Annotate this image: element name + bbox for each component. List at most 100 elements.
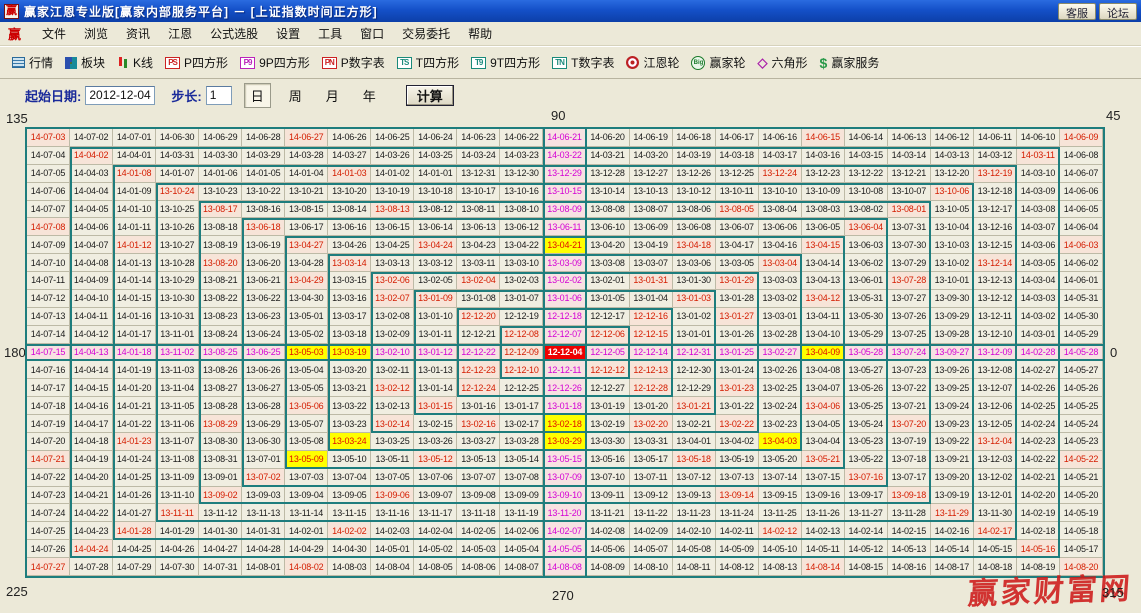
grid-cell[interactable]: 14-03-20 — [630, 147, 673, 165]
grid-cell[interactable]: 13-08-11 — [457, 201, 500, 219]
grid-cell[interactable]: 13-11-08 — [156, 451, 199, 469]
grid-cell[interactable]: 13-02-06 — [371, 272, 414, 290]
grid-cell[interactable]: 13-07-28 — [888, 272, 931, 290]
grid-cell[interactable]: 13-10-04 — [931, 218, 974, 236]
grid-cell[interactable]: 13-05-30 — [845, 308, 888, 326]
grid-cell[interactable]: 13-06-05 — [802, 218, 845, 236]
grid-cell[interactable]: 13-04-09 — [802, 344, 845, 362]
grid-cell[interactable]: 14-06-27 — [285, 129, 328, 147]
grid-cell[interactable]: 13-12-23 — [802, 165, 845, 183]
grid-cell[interactable]: 13-03-27 — [457, 433, 500, 451]
grid-cell[interactable]: 14-07-19 — [27, 415, 70, 433]
grid-cell[interactable]: 13-02-13 — [371, 397, 414, 415]
grid-cell[interactable]: 13-10-01 — [931, 272, 974, 290]
grid-cell[interactable]: 13-03-16 — [328, 290, 371, 308]
grid-cell[interactable]: 12-12-09 — [500, 344, 543, 362]
grid-cell[interactable]: 14-05-15 — [974, 540, 1017, 558]
grid-cell[interactable]: 14-07-24 — [27, 504, 70, 522]
grid-cell[interactable]: 14-01-14 — [113, 272, 156, 290]
grid-cell[interactable]: 13-11-26 — [802, 504, 845, 522]
grid-cell[interactable]: 13-11-30 — [974, 504, 1017, 522]
grid-cell[interactable]: 13-08-01 — [888, 201, 931, 219]
grid-cell[interactable]: 14-08-11 — [673, 558, 716, 576]
grid-cell[interactable]: 14-08-05 — [414, 558, 457, 576]
grid-cell[interactable]: 14-04-25 — [113, 540, 156, 558]
grid-cell[interactable]: 14-05-27 — [1060, 361, 1103, 379]
grid-cell[interactable]: 14-05-05 — [543, 540, 586, 558]
grid-cell[interactable]: 13-09-25 — [931, 379, 974, 397]
grid-cell[interactable]: 14-03-16 — [802, 147, 845, 165]
grid-cell[interactable]: 14-03-15 — [845, 147, 888, 165]
grid-cell[interactable]: 14-03-17 — [759, 147, 802, 165]
grid-cell[interactable]: 12-12-23 — [457, 361, 500, 379]
grid-cell[interactable]: 13-07-18 — [888, 451, 931, 469]
grid-cell[interactable]: 13-10-20 — [328, 183, 371, 201]
grid-cell[interactable]: 14-04-18 — [70, 433, 113, 451]
grid-cell[interactable]: 13-03-06 — [673, 254, 716, 272]
toolbar-button-P四方形[interactable]: PSP四方形 — [159, 51, 234, 74]
grid-cell[interactable]: 14-02-13 — [802, 522, 845, 540]
grid-cell[interactable]: 13-02-09 — [371, 326, 414, 344]
grid-cell[interactable]: 13-07-13 — [716, 469, 759, 487]
grid-cell[interactable]: 13-01-27 — [716, 308, 759, 326]
grid-cell[interactable]: 13-04-19 — [630, 236, 673, 254]
grid-cell[interactable]: 14-07-31 — [199, 558, 242, 576]
grid-cell[interactable]: 13-05-02 — [285, 326, 328, 344]
grid-cell[interactable]: 14-03-05 — [1017, 254, 1060, 272]
grid-cell[interactable]: 13-12-01 — [974, 487, 1017, 505]
grid-cell[interactable]: 13-11-18 — [457, 504, 500, 522]
grid-cell[interactable]: 13-08-09 — [543, 201, 586, 219]
grid-cell[interactable]: 13-05-16 — [587, 451, 630, 469]
grid-cell[interactable]: 13-03-01 — [759, 308, 802, 326]
grid-cell[interactable]: 14-05-09 — [716, 540, 759, 558]
grid-cell[interactable]: 13-11-28 — [888, 504, 931, 522]
grid-cell[interactable]: 13-12-03 — [974, 451, 1017, 469]
grid-cell[interactable]: 13-02-12 — [371, 379, 414, 397]
grid-cell[interactable]: 14-06-29 — [199, 129, 242, 147]
grid-cell[interactable]: 13-03-28 — [500, 433, 543, 451]
grid-cell[interactable]: 13-12-09 — [974, 344, 1017, 362]
grid-cell[interactable]: 13-12-15 — [974, 236, 1017, 254]
grid-cell[interactable]: 13-11-20 — [543, 504, 586, 522]
grid-cell[interactable]: 13-01-16 — [457, 397, 500, 415]
grid-cell[interactable]: 14-05-10 — [759, 540, 802, 558]
grid-cell[interactable]: 13-03-25 — [371, 433, 414, 451]
grid-cell[interactable]: 14-05-25 — [1060, 397, 1103, 415]
grid-cell[interactable]: 14-06-08 — [1060, 147, 1103, 165]
grid-cell[interactable]: 13-03-30 — [587, 433, 630, 451]
grid-cell[interactable]: 14-02-19 — [1017, 504, 1060, 522]
grid-cell[interactable]: 13-03-04 — [759, 254, 802, 272]
grid-cell[interactable]: 13-03-15 — [328, 272, 371, 290]
grid-cell[interactable]: 12-12-26 — [543, 379, 586, 397]
grid-cell[interactable]: 12-12-25 — [500, 379, 543, 397]
grid-cell[interactable]: 13-07-12 — [673, 469, 716, 487]
grid-cell[interactable]: 13-02-14 — [371, 415, 414, 433]
grid-cell[interactable]: 13-04-11 — [802, 308, 845, 326]
grid-cell[interactable]: 13-08-31 — [199, 451, 242, 469]
grid-cell[interactable]: 13-08-26 — [199, 361, 242, 379]
grid-cell[interactable]: 13-05-27 — [845, 361, 888, 379]
grid-cell[interactable]: 13-06-21 — [242, 272, 285, 290]
grid-cell[interactable]: 13-03-31 — [630, 433, 673, 451]
grid-cell[interactable]: 14-06-19 — [630, 129, 673, 147]
grid-cell[interactable]: 12-12-04 — [543, 344, 586, 362]
grid-cell[interactable]: 14-07-27 — [27, 558, 70, 576]
grid-cell[interactable]: 13-04-12 — [802, 290, 845, 308]
grid-cell[interactable]: 13-01-31 — [630, 272, 673, 290]
grid-cell[interactable]: 13-01-04 — [630, 290, 673, 308]
toolbar-button-T数字表[interactable]: TNT数字表 — [546, 51, 620, 74]
grid-cell[interactable]: 14-05-18 — [1060, 522, 1103, 540]
grid-cell[interactable]: 14-01-08 — [113, 165, 156, 183]
grid-cell[interactable]: 14-04-21 — [70, 487, 113, 505]
grid-cell[interactable]: 13-04-30 — [285, 290, 328, 308]
grid-cell[interactable]: 14-03-30 — [199, 147, 242, 165]
grid-cell[interactable]: 12-12-11 — [543, 361, 586, 379]
grid-cell[interactable]: 13-03-13 — [371, 254, 414, 272]
grid-cell[interactable]: 14-03-11 — [1017, 147, 1060, 165]
grid-cell[interactable]: 14-02-09 — [630, 522, 673, 540]
grid-cell[interactable]: 13-08-13 — [371, 201, 414, 219]
grid-cell[interactable]: 13-02-21 — [673, 415, 716, 433]
grid-cell[interactable]: 14-08-01 — [242, 558, 285, 576]
grid-cell[interactable]: 13-01-26 — [716, 326, 759, 344]
grid-cell[interactable]: 13-03-14 — [328, 254, 371, 272]
